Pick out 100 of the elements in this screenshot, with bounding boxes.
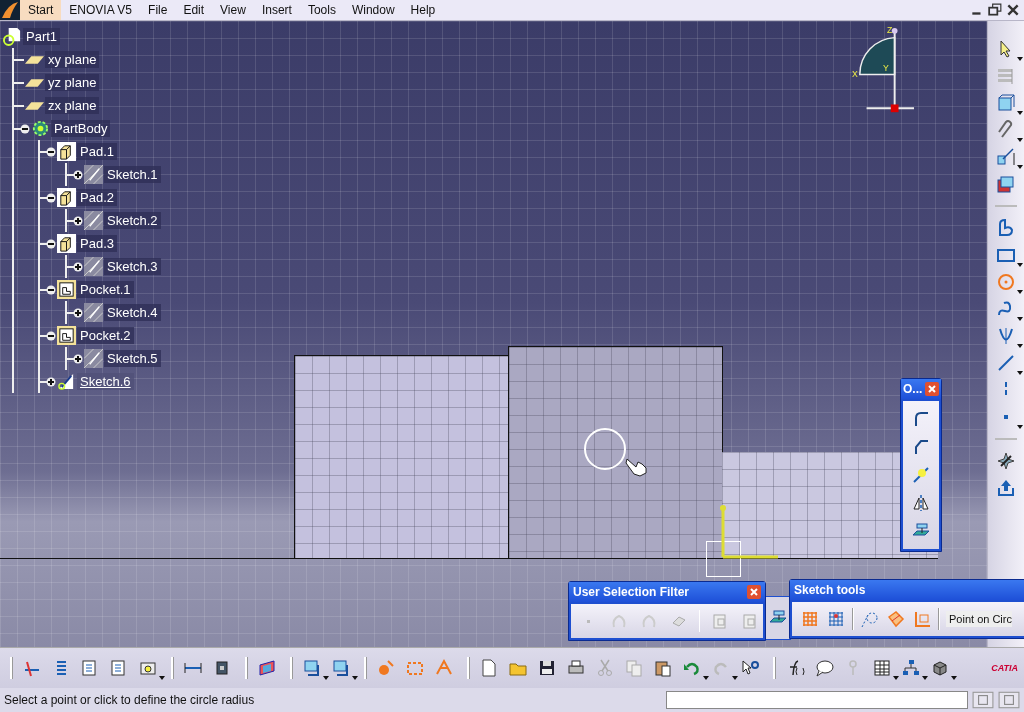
tree-item[interactable]: xy plane xyxy=(45,51,100,68)
tree-item[interactable]: Part1 xyxy=(23,28,61,45)
dropdown-arrow-icon[interactable] xyxy=(1017,138,1023,142)
exit-icon[interactable] xyxy=(996,478,1016,498)
dropdown-arrow-icon[interactable] xyxy=(732,676,738,681)
close-icon[interactable] xyxy=(1006,3,1020,17)
dropdown-arrow-icon[interactable] xyxy=(951,676,957,681)
expand-toggle-icon[interactable] xyxy=(73,353,83,364)
dropdown-arrow-icon[interactable] xyxy=(1017,290,1023,294)
sketch-axis-drawing xyxy=(720,504,780,560)
sketch-icon xyxy=(84,349,103,368)
dropdown-arrow-icon[interactable] xyxy=(159,676,165,681)
tree-item[interactable]: Sketch.4 xyxy=(104,304,161,321)
app-logo-icon[interactable] xyxy=(0,0,20,20)
pad-icon xyxy=(57,142,76,161)
tree-item[interactable]: Pad.1 xyxy=(77,143,117,160)
menu-item[interactable]: Tools xyxy=(299,0,344,20)
tree-item[interactable]: PartBody xyxy=(51,120,111,137)
tree-item[interactable]: Sketch.1 xyxy=(104,166,161,183)
expand-toggle-icon[interactable] xyxy=(73,169,83,180)
expand-toggle-icon[interactable] xyxy=(46,192,56,203)
menu-item[interactable]: File xyxy=(140,0,176,20)
toolbar-title: O... xyxy=(903,382,923,396)
tree-item[interactable]: Pocket.1 xyxy=(77,281,134,298)
plane-icon xyxy=(25,55,44,64)
speech-bubble-icon[interactable] xyxy=(814,658,834,679)
tree-item[interactable]: Pad.3 xyxy=(77,235,117,252)
expand-toggle-icon[interactable] xyxy=(46,376,56,387)
paste-icon[interactable] xyxy=(653,658,673,679)
plane-icon[interactable] xyxy=(257,658,277,679)
expand-toggle-icon[interactable] xyxy=(73,215,83,226)
compass-drawing[interactable]: Z X Y xyxy=(850,26,918,118)
tree-item[interactable]: Sketch.3 xyxy=(104,258,161,275)
star-icon[interactable] xyxy=(996,451,1016,471)
dropdown-arrow-icon[interactable] xyxy=(922,676,928,681)
expand-toggle-icon[interactable] xyxy=(46,238,56,249)
view-icon[interactable] xyxy=(331,658,351,679)
menu-item[interactable]: Insert xyxy=(253,0,300,20)
cut-icon[interactable] xyxy=(886,609,906,629)
tree-item[interactable]: zx plane xyxy=(45,97,100,114)
dropdown-arrow-icon[interactable] xyxy=(1017,263,1023,267)
expand-toggle-icon[interactable] xyxy=(46,330,56,341)
dropdown-arrow-icon[interactable] xyxy=(1017,344,1023,348)
circle-preview xyxy=(583,427,627,471)
menu-item[interactable]: Start xyxy=(20,0,62,20)
pocket-icon xyxy=(57,280,76,299)
expand-toggle-icon[interactable] xyxy=(46,146,56,157)
view-icon[interactable] xyxy=(302,658,322,679)
menu-item[interactable]: View xyxy=(212,0,254,20)
line-icon[interactable] xyxy=(996,353,1016,373)
snap-grid-icon[interactable] xyxy=(826,609,846,629)
trim-icon[interactable] xyxy=(911,465,931,485)
brand-logo: CATIA xyxy=(991,663,1018,674)
pocket-icon xyxy=(57,326,76,345)
tree-item[interactable]: Sketch.2 xyxy=(104,212,161,229)
new-document-icon[interactable] xyxy=(479,658,499,679)
tree-item[interactable]: Sketch.5 xyxy=(104,350,161,367)
dropdown-arrow-icon[interactable] xyxy=(1017,317,1023,321)
menu-item[interactable]: Edit xyxy=(175,0,213,20)
command-input-field[interactable] xyxy=(666,691,968,709)
expand-toggle-icon[interactable] xyxy=(46,284,56,295)
menu-item[interactable]: Window xyxy=(343,0,403,20)
profile-icon[interactable] xyxy=(996,218,1016,238)
toolbar-title: Sketch tools xyxy=(794,583,866,597)
dropdown-arrow-icon[interactable] xyxy=(1017,111,1023,115)
tree-item[interactable]: yz plane xyxy=(45,74,100,91)
close-icon[interactable] xyxy=(747,585,761,599)
sketch-icon xyxy=(57,372,76,391)
panel-icon[interactable] xyxy=(972,691,994,709)
sketch-icon xyxy=(84,257,103,276)
dimension-icon[interactable] xyxy=(996,147,1016,167)
dropdown-arrow-icon[interactable] xyxy=(893,676,899,681)
sketch-icon xyxy=(84,211,103,230)
dropdown-arrow-icon[interactable] xyxy=(1017,57,1023,61)
dropdown-arrow-icon[interactable] xyxy=(352,676,358,681)
restore-icon[interactable] xyxy=(988,3,1002,17)
panel-icon[interactable] xyxy=(998,691,1020,709)
parabola-icon[interactable] xyxy=(996,326,1016,346)
tree-item[interactable]: Pocket.2 xyxy=(77,327,134,344)
collapse-toggle-icon[interactable] xyxy=(20,123,30,134)
tree-item[interactable]: Pad.2 xyxy=(77,189,117,206)
box-icon[interactable] xyxy=(996,93,1016,113)
mirror-icon[interactable] xyxy=(911,493,931,513)
expand-toggle-icon[interactable] xyxy=(73,261,83,272)
origin-square xyxy=(706,541,741,577)
close-icon[interactable] xyxy=(925,382,939,396)
pad-icon xyxy=(57,234,76,253)
dropdown-arrow-icon[interactable] xyxy=(323,676,329,681)
constraint-icon[interactable] xyxy=(996,174,1016,194)
menu-item[interactable]: ENOVIA V5 xyxy=(61,0,141,20)
dropdown-arrow-icon[interactable] xyxy=(1017,425,1023,429)
dropdown-arrow-icon[interactable] xyxy=(1017,165,1023,169)
dropdown-arrow-icon[interactable] xyxy=(703,676,709,681)
menu-item[interactable]: Help xyxy=(402,0,444,20)
tree-item[interactable]: Sketch.6 xyxy=(77,373,134,390)
value-field[interactable]: Point on Circ xyxy=(946,611,1012,627)
dropdown-arrow-icon[interactable] xyxy=(1017,371,1023,375)
expand-toggle-icon[interactable] xyxy=(73,307,83,318)
status-message: Select a point or click to define the circle radius xyxy=(4,693,256,707)
table-icon[interactable] xyxy=(872,658,892,679)
